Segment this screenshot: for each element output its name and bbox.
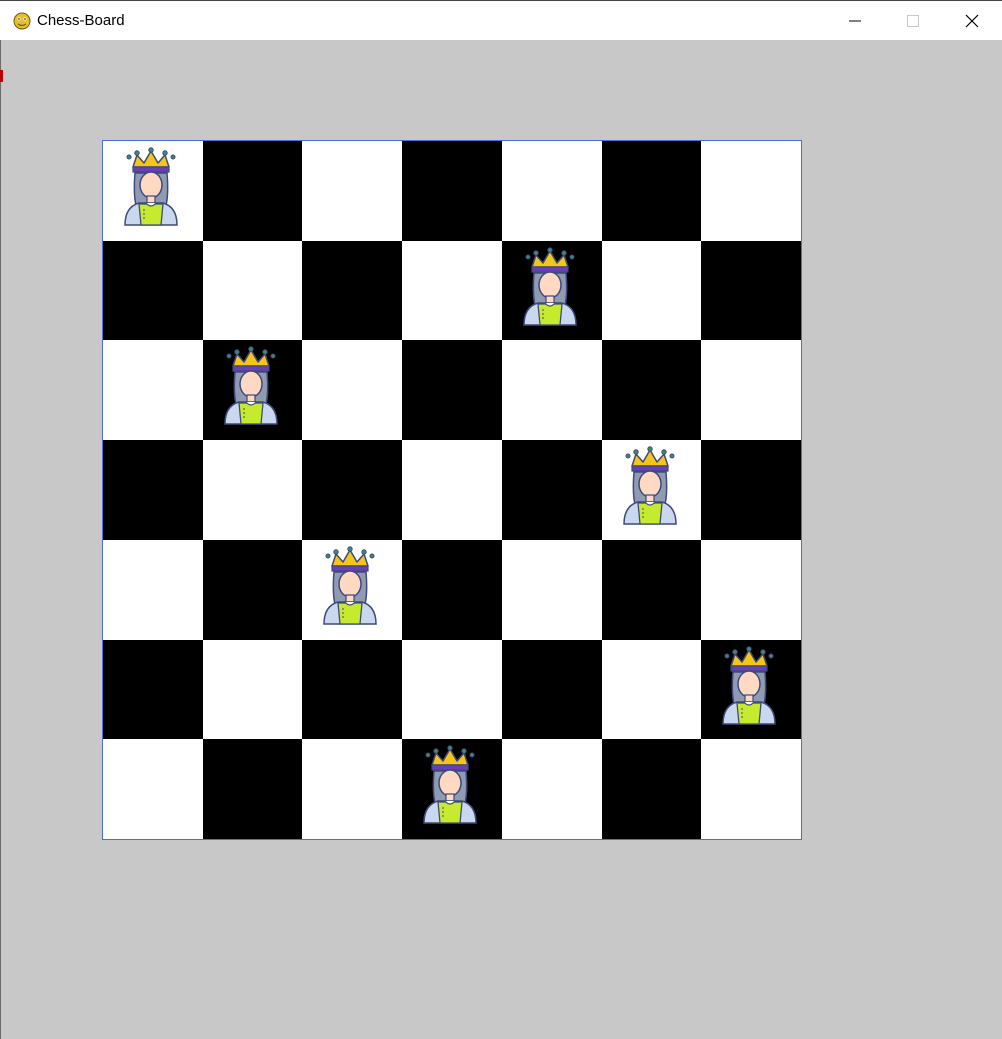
square-r1-c6[interactable]: [701, 240, 801, 341]
square-r5-c3[interactable]: [402, 639, 502, 740]
queen-icon: [722, 645, 777, 725]
square-r0-c1[interactable]: [202, 141, 303, 241]
square-r4-c2[interactable]: [302, 539, 403, 640]
queen-icon: [323, 546, 378, 625]
close-icon: [965, 14, 979, 28]
square-r6-c5[interactable]: [601, 739, 702, 839]
square-r5-c0[interactable]: [103, 639, 203, 740]
square-r3-c1[interactable]: [202, 440, 303, 540]
square-r6-c6[interactable]: [701, 739, 801, 839]
square-r0-c5[interactable]: [601, 141, 702, 241]
queen-icon: [622, 446, 677, 525]
square-r3-c4[interactable]: [501, 440, 602, 540]
window-edge-marker: [0, 70, 3, 82]
queen-icon: [423, 745, 477, 825]
minimize-button[interactable]: [826, 1, 884, 41]
square-r2-c4[interactable]: [501, 340, 602, 441]
maximize-button[interactable]: [884, 1, 942, 41]
chess-board: [102, 140, 802, 840]
square-r0-c4[interactable]: [501, 141, 602, 241]
square-r2-c6[interactable]: [701, 340, 801, 441]
square-r5-c2[interactable]: [302, 639, 403, 740]
square-r5-c5[interactable]: [601, 639, 702, 740]
square-r2-c1[interactable]: [202, 340, 303, 441]
square-r3-c3[interactable]: [402, 440, 502, 540]
square-r2-c0[interactable]: [103, 340, 203, 441]
square-r1-c1[interactable]: [202, 240, 303, 341]
square-r4-c5[interactable]: [601, 539, 702, 640]
square-r0-c6[interactable]: [701, 141, 801, 241]
square-r6-c3[interactable]: [402, 739, 502, 839]
square-r3-c0[interactable]: [103, 440, 203, 540]
square-r1-c2[interactable]: [302, 240, 403, 341]
square-r4-c6[interactable]: [701, 539, 801, 640]
close-button[interactable]: [943, 1, 1001, 41]
square-r2-c3[interactable]: [402, 340, 502, 441]
square-r0-c3[interactable]: [402, 141, 502, 241]
square-r5-c4[interactable]: [501, 639, 602, 740]
square-r6-c4[interactable]: [501, 739, 602, 839]
queen-icon: [124, 147, 178, 226]
square-r6-c2[interactable]: [302, 739, 403, 839]
minimize-icon: [849, 20, 861, 22]
title-bar[interactable]: Chess-Board: [0, 0, 1002, 40]
maximize-icon: [907, 15, 919, 27]
queen-icon: [523, 247, 577, 326]
square-r6-c0[interactable]: [103, 739, 203, 839]
square-r4-c1[interactable]: [202, 539, 303, 640]
window-title: Chess-Board: [37, 12, 125, 29]
square-r3-c6[interactable]: [701, 440, 801, 540]
square-r2-c5[interactable]: [601, 340, 702, 441]
square-r1-c4[interactable]: [501, 240, 602, 341]
square-r1-c5[interactable]: [601, 240, 702, 341]
square-r6-c1[interactable]: [202, 739, 303, 839]
square-r5-c1[interactable]: [202, 639, 303, 740]
square-r5-c6[interactable]: [701, 639, 801, 740]
square-r3-c5[interactable]: [601, 440, 702, 540]
square-r0-c2[interactable]: [302, 141, 403, 241]
pygame-snake-icon: [13, 12, 31, 30]
square-r4-c3[interactable]: [402, 539, 502, 640]
square-r4-c0[interactable]: [103, 539, 203, 640]
square-r1-c0[interactable]: [103, 240, 203, 341]
square-r4-c4[interactable]: [501, 539, 602, 640]
square-r0-c0[interactable]: [103, 141, 203, 241]
square-r1-c3[interactable]: [402, 240, 502, 341]
queen-icon: [223, 346, 278, 426]
square-r3-c2[interactable]: [302, 440, 403, 540]
square-r2-c2[interactable]: [302, 340, 403, 441]
